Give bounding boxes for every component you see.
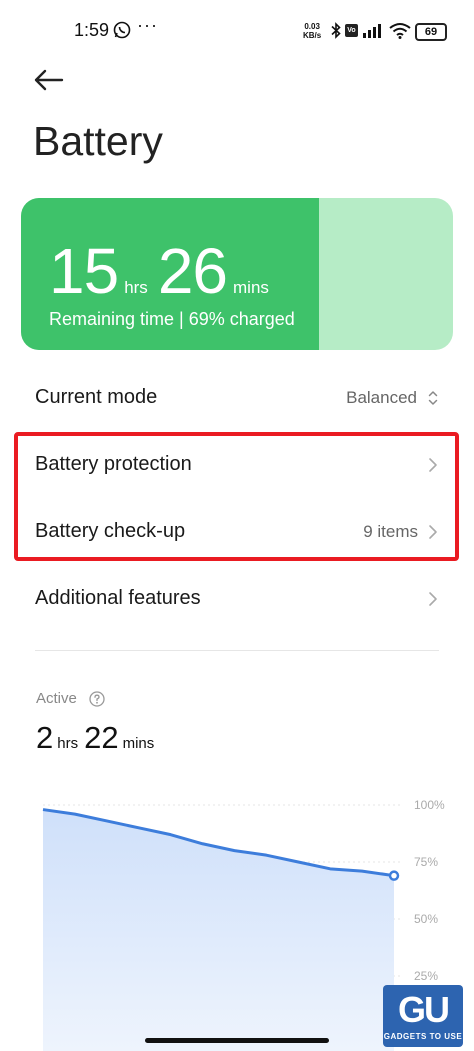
active-minutes: 22 bbox=[84, 720, 119, 755]
help-icon[interactable] bbox=[89, 691, 105, 707]
status-bar: 1:59 ··· 0.03 KB/s Vo 69 bbox=[0, 0, 474, 64]
chevron-right-icon bbox=[429, 592, 437, 606]
net-speed: 0.03 KB/s bbox=[303, 22, 321, 40]
gadgets-to-use-watermark: GU GADGETS TO USE bbox=[383, 985, 463, 1047]
remaining-minutes-unit: mins bbox=[233, 278, 269, 297]
active-label: Active bbox=[36, 690, 77, 707]
active-time: 2 hrs 22 mins bbox=[36, 720, 160, 756]
current-mode-label: Current mode bbox=[35, 386, 158, 408]
navigation-handle[interactable] bbox=[145, 1038, 329, 1043]
net-speed-value: 0.03 bbox=[304, 22, 320, 31]
current-mode-value: Balanced bbox=[346, 388, 417, 407]
remaining-hours: 15 bbox=[49, 235, 119, 307]
remaining-minutes: 26 bbox=[157, 235, 228, 307]
battery-status-icon: 69 bbox=[415, 23, 447, 41]
y-tick-label: 100% bbox=[414, 798, 445, 812]
current-mode-row[interactable]: Current mode Balanced bbox=[0, 368, 474, 428]
active-minutes-unit: mins bbox=[122, 735, 155, 752]
status-time: 1:59 bbox=[74, 20, 110, 40]
y-tick-label: 75% bbox=[414, 855, 439, 869]
additional-features-row[interactable]: Additional features bbox=[0, 569, 474, 629]
y-tick-label: 50% bbox=[414, 912, 439, 926]
additional-features-label: Additional features bbox=[35, 587, 201, 609]
remaining-time: 15 hrs 26 mins bbox=[49, 234, 279, 308]
y-tick-label: 25% bbox=[414, 969, 439, 983]
bluetooth-icon bbox=[331, 22, 341, 39]
wifi-icon bbox=[389, 23, 411, 39]
active-hours: 2 bbox=[36, 720, 54, 755]
battery-remaining-card[interactable]: 15 hrs 26 mins Remaining time | 69% charged bbox=[21, 198, 453, 350]
current-level-point bbox=[388, 870, 400, 881]
page-title: Battery bbox=[33, 118, 163, 164]
watermark-logo: GU bbox=[398, 989, 450, 1030]
watermark-text: GADGETS TO USE bbox=[383, 1032, 463, 1041]
more-notifications-icon: ··· bbox=[137, 15, 158, 35]
back-button[interactable] bbox=[30, 62, 66, 98]
volte-icon: Vo bbox=[345, 24, 358, 37]
whatsapp-icon bbox=[113, 21, 131, 39]
divider bbox=[35, 650, 439, 651]
highlight-box bbox=[14, 432, 459, 561]
net-speed-unit: KB/s bbox=[303, 31, 322, 40]
up-down-chevron-icon bbox=[428, 391, 438, 405]
remaining-hours-unit: hrs bbox=[124, 278, 148, 297]
active-hours-unit: hrs bbox=[57, 735, 79, 752]
remaining-subtitle: Remaining time | 69% charged bbox=[49, 309, 295, 329]
signal-icon bbox=[363, 24, 381, 38]
